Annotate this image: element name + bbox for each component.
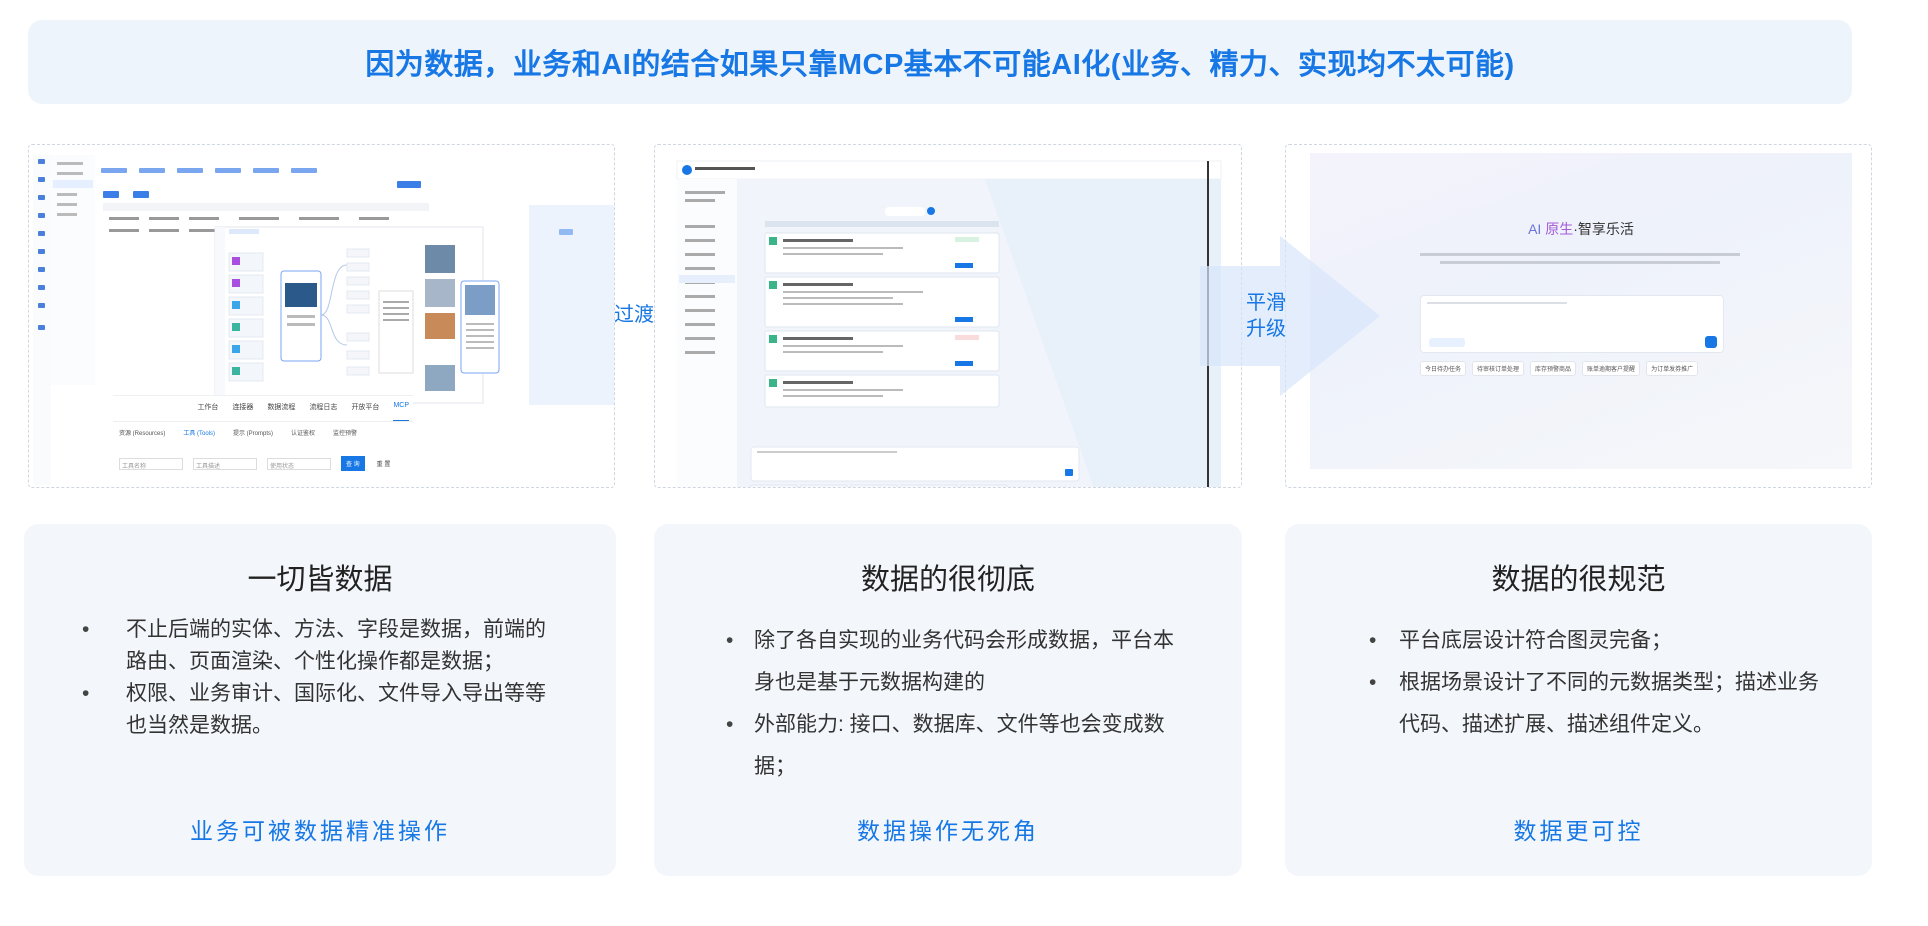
query-button[interactable]: 查 询 xyxy=(341,456,365,471)
card-bullet: 外部能力: 接口、数据库、文件等也会变成数据； xyxy=(726,704,1194,788)
card-title: 数据的很规范 xyxy=(1491,562,1666,596)
brand-suffix: ·智享乐活 xyxy=(1573,221,1634,237)
brand-prefix: AI xyxy=(1528,221,1546,237)
subtab-prompts[interactable]: 提示 (Prompts) xyxy=(233,428,273,437)
card-title: 数据的很彻底 xyxy=(860,562,1035,596)
card-bullet: 权限、业务审计、国际化、文件导入导出等等也当然是数据。 xyxy=(82,678,546,742)
chip-stock-warning[interactable]: 库存预警商品 xyxy=(1530,361,1577,376)
subtab-tools[interactable]: 工具 (Tools) xyxy=(183,428,215,437)
card-bullet-list: 除了各自实现的业务代码会形成数据，平台本身也是基于元数据构建的 外部能力: 接口… xyxy=(726,620,1194,788)
card-bullet: 平台底层设计符合图灵完备； xyxy=(1369,620,1829,662)
status-filter[interactable]: 使用状态 xyxy=(267,457,331,470)
subtab-resources[interactable]: 资源 (Resources) xyxy=(119,428,165,437)
chip-pending-orders[interactable]: 待审核订单处理 xyxy=(1472,361,1525,376)
card-title: 一切皆数据 xyxy=(247,562,393,596)
mcp-subtab-bar: 资源 (Resources) 工具 (Tools) 提示 (Prompts) 认… xyxy=(119,428,357,437)
mcp-tab-panel: 工作台 连接器 数据流程 流程日志 开放平台 MCP 资源 (Resources… xyxy=(113,395,413,487)
headline-title: 因为数据，业务和AI的结合如果只靠MCP基本不可能AI化(业务、精力、实现均不太… xyxy=(365,49,1515,81)
card-footer: 业务可被数据精准操作 xyxy=(190,818,450,844)
tab-data-flow[interactable]: 数据流程 xyxy=(267,402,295,421)
ai-chat-input[interactable] xyxy=(1420,295,1724,353)
subtab-auth[interactable]: 认证鉴权 xyxy=(291,428,315,437)
card-bullet: 根据场景设计了不同的元数据类型；描述业务代码、描述扩展、描述组件定义。 xyxy=(1369,662,1829,746)
transition-label-2: 平滑 升级 xyxy=(1246,290,1290,342)
screenshot-ai-assistant xyxy=(654,144,1242,488)
tab-workbench[interactable]: 工作台 xyxy=(197,402,218,421)
card-footer: 数据操作无死角 xyxy=(857,818,1039,844)
card-bullet: 除了各自实现的业务代码会形成数据，平台本身也是基于元数据构建的 xyxy=(726,620,1194,704)
headline-banner: 因为数据，业务和AI的结合如果只靠MCP基本不可能AI化(业务、精力、实现均不太… xyxy=(28,20,1852,104)
card-data-thorough: 数据的很彻底 除了各自实现的业务代码会形成数据，平台本身也是基于元数据构建的 外… xyxy=(654,524,1242,876)
tab-mcp[interactable]: MCP xyxy=(393,402,409,421)
tab-flow-log[interactable]: 流程日志 xyxy=(309,402,337,421)
reset-button[interactable]: 重 置 xyxy=(375,456,393,471)
card-bullet: 不止后端的实体、方法、字段是数据，前端的路由、页面渲染、个性化操作都是数据； xyxy=(82,614,546,678)
transition-label-2-line1: 平滑 xyxy=(1246,292,1286,314)
tool-name-filter[interactable]: 工具名称 xyxy=(119,457,183,470)
transition-arrow-2 xyxy=(1200,236,1380,396)
card-bullet-list: 平台底层设计符合图灵完备； 根据场景设计了不同的元数据类型；描述业务代码、描述扩… xyxy=(1369,620,1829,746)
chip-overdue-bills[interactable]: 账单逾期客户提醒 xyxy=(1582,361,1641,376)
screenshot-mcp-console: 工作台 连接器 数据流程 流程日志 开放平台 MCP 资源 (Resources… xyxy=(28,144,615,488)
card-everything-is-data: 一切皆数据 不止后端的实体、方法、字段是数据，前端的路由、页面渲染、个性化操作都… xyxy=(24,524,616,876)
brand-highlight: 原生 xyxy=(1545,221,1574,237)
chip-today-tasks[interactable]: 今日待办任务 xyxy=(1420,361,1467,376)
tool-desc-filter[interactable]: 工具描述 xyxy=(193,457,257,470)
ai-brand-title: AI 原生·智享乐活 xyxy=(1310,219,1852,239)
mcp-filter-row: 工具名称 工具描述 使用状态 查 询 重 置 xyxy=(119,456,392,471)
ai-quick-chips: 今日待办任务 待审核订单处理 库存预警商品 账单逾期客户提醒 为订单发券推广 xyxy=(1420,361,1699,376)
tab-open-platform[interactable]: 开放平台 xyxy=(351,402,379,421)
send-icon[interactable] xyxy=(1705,336,1717,348)
subtab-monitoring[interactable]: 监控预警 xyxy=(333,428,357,437)
card-footer: 数据更可控 xyxy=(1513,818,1644,844)
mcp-tab-bar: 工作台 连接器 数据流程 流程日志 开放平台 MCP xyxy=(113,402,413,422)
ai-assistant-mockup xyxy=(676,160,1222,487)
ai-home-canvas: AI 原生·智享乐活 今日待办任务 待审核订单处理 库存预警商品 账单逾期客户提… xyxy=(1310,153,1852,469)
tab-connector[interactable]: 连接器 xyxy=(232,402,253,421)
transition-label-2-line2: 升级 xyxy=(1246,318,1286,340)
transition-label-1: 过渡 xyxy=(614,304,654,326)
chip-coupon-promo[interactable]: 为订单发券推广 xyxy=(1646,361,1699,376)
card-data-standardized: 数据的很规范 平台底层设计符合图灵完备； 根据场景设计了不同的元数据类型；描述业… xyxy=(1285,524,1872,876)
card-bullet-list: 不止后端的实体、方法、字段是数据，前端的路由、页面渲染、个性化操作都是数据； 权… xyxy=(82,614,546,742)
